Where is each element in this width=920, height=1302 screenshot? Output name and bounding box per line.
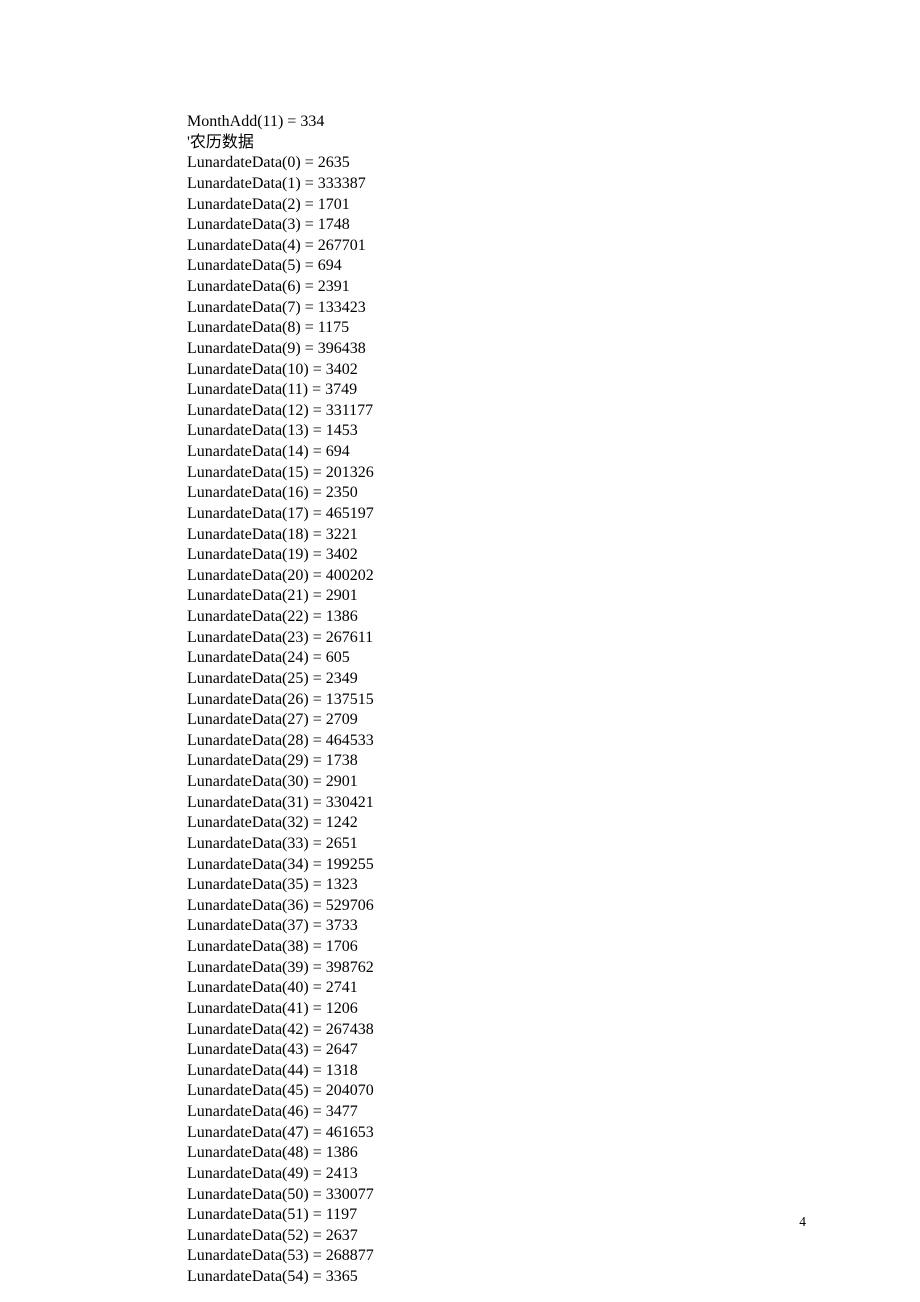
- code-line: LunardateData(0) = 2635: [187, 153, 374, 174]
- code-line: LunardateData(14) = 694: [187, 442, 374, 463]
- code-line: LunardateData(10) = 3402: [187, 360, 374, 381]
- code-line: LunardateData(27) = 2709: [187, 710, 374, 731]
- code-line: LunardateData(32) = 1242: [187, 813, 374, 834]
- code-line: LunardateData(22) = 1386: [187, 607, 374, 628]
- code-line: LunardateData(37) = 3733: [187, 916, 374, 937]
- code-line: LunardateData(26) = 137515: [187, 690, 374, 711]
- code-line: LunardateData(17) = 465197: [187, 504, 374, 525]
- code-line: LunardateData(31) = 330421: [187, 793, 374, 814]
- code-line: LunardateData(54) = 3365: [187, 1267, 374, 1288]
- code-line: LunardateData(13) = 1453: [187, 421, 374, 442]
- code-line: LunardateData(7) = 133423: [187, 298, 374, 319]
- code-line: LunardateData(30) = 2901: [187, 772, 374, 793]
- code-line: LunardateData(35) = 1323: [187, 875, 374, 896]
- code-line: LunardateData(15) = 201326: [187, 463, 374, 484]
- code-line: LunardateData(12) = 331177: [187, 401, 374, 422]
- code-line: LunardateData(16) = 2350: [187, 483, 374, 504]
- code-line: LunardateData(29) = 1738: [187, 751, 374, 772]
- code-line: LunardateData(53) = 268877: [187, 1246, 374, 1267]
- code-line: LunardateData(46) = 3477: [187, 1102, 374, 1123]
- code-line: LunardateData(9) = 396438: [187, 339, 374, 360]
- code-line: LunardateData(45) = 204070: [187, 1081, 374, 1102]
- code-line: LunardateData(3) = 1748: [187, 215, 374, 236]
- code-line: LunardateData(48) = 1386: [187, 1143, 374, 1164]
- code-line: LunardateData(1) = 333387: [187, 174, 374, 195]
- code-line: LunardateData(50) = 330077: [187, 1185, 374, 1206]
- code-line: LunardateData(4) = 267701: [187, 236, 374, 257]
- page-number: 4: [799, 1213, 806, 1230]
- code-line: LunardateData(41) = 1206: [187, 999, 374, 1020]
- code-line: LunardateData(6) = 2391: [187, 277, 374, 298]
- code-line: LunardateData(18) = 3221: [187, 525, 374, 546]
- code-line: LunardateData(49) = 2413: [187, 1164, 374, 1185]
- code-line: LunardateData(5) = 694: [187, 256, 374, 277]
- code-line: '农历数据: [187, 133, 374, 154]
- code-line: LunardateData(24) = 605: [187, 648, 374, 669]
- code-line: LunardateData(42) = 267438: [187, 1020, 374, 1041]
- code-line: LunardateData(34) = 199255: [187, 855, 374, 876]
- code-line: LunardateData(52) = 2637: [187, 1226, 374, 1247]
- code-line: LunardateData(44) = 1318: [187, 1061, 374, 1082]
- code-line: LunardateData(39) = 398762: [187, 958, 374, 979]
- code-line: LunardateData(36) = 529706: [187, 896, 374, 917]
- code-line: LunardateData(23) = 267611: [187, 628, 374, 649]
- code-line: LunardateData(11) = 3749: [187, 380, 374, 401]
- code-line: LunardateData(40) = 2741: [187, 978, 374, 999]
- code-block: MonthAdd(11) = 334'农历数据LunardateData(0) …: [187, 112, 374, 1288]
- code-line: LunardateData(33) = 2651: [187, 834, 374, 855]
- code-line: LunardateData(28) = 464533: [187, 731, 374, 752]
- code-line: LunardateData(8) = 1175: [187, 318, 374, 339]
- code-line: LunardateData(21) = 2901: [187, 586, 374, 607]
- code-line: MonthAdd(11) = 334: [187, 112, 374, 133]
- code-line: LunardateData(43) = 2647: [187, 1040, 374, 1061]
- code-line: LunardateData(51) = 1197: [187, 1205, 374, 1226]
- code-line: LunardateData(20) = 400202: [187, 566, 374, 587]
- code-line: LunardateData(19) = 3402: [187, 545, 374, 566]
- code-line: LunardateData(47) = 461653: [187, 1123, 374, 1144]
- code-line: LunardateData(2) = 1701: [187, 195, 374, 216]
- code-line: LunardateData(25) = 2349: [187, 669, 374, 690]
- code-line: LunardateData(38) = 1706: [187, 937, 374, 958]
